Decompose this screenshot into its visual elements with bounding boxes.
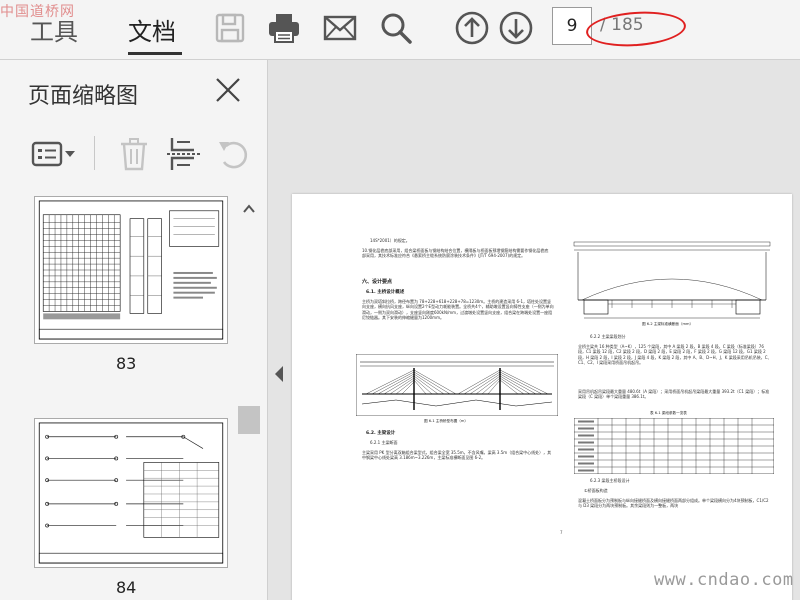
paragraph: 主梁采用 PK 型分离双箱组合梁型式，组合梁全宽 35.5m，不含风嘴，梁高 3…	[362, 450, 552, 461]
page-number: 7	[560, 530, 563, 535]
thumbnail-list: 83 84	[0, 190, 268, 600]
print-icon[interactable]	[266, 10, 302, 46]
extract-pages-icon[interactable]	[164, 134, 204, 174]
document-page: 14S*2001）的规定。 10.钢化层檐底部采用，组合梁桥面板与钢结构结合位置…	[292, 194, 792, 600]
next-page-icon[interactable]	[498, 10, 534, 46]
figure-caption: 图 6-2 主梁标准横断面（mm）	[642, 322, 694, 326]
paragraph: 混凝土桥面板分为预制板与纵向接缝桥面及横向接缝桥面两部分组成。单个梁段横向分为4…	[578, 498, 769, 509]
paragraph: 全桥主梁共 16 种类型（A~K），125 个梁段，其中 A 梁段 2 段，B …	[578, 344, 772, 366]
watermark-bottom: www.cndao.com	[654, 570, 794, 590]
thumbnail-scrollbar[interactable]	[238, 190, 260, 600]
tab-tools[interactable]: 工具	[30, 12, 78, 47]
paragraph: 主桥为双塔斜拉桥，跨径布置为 78+228+618+228+78=1230m。主…	[362, 299, 554, 321]
mail-icon[interactable]	[322, 10, 358, 46]
paragraph: 采用吊机起吊梁段最大重量 480.6t（A 梁段）；采用桥面吊机起吊梁段最大重量…	[578, 389, 770, 400]
panel-toolbar	[0, 128, 268, 180]
page-thumbnail[interactable]	[34, 418, 228, 568]
active-tab-indicator	[128, 52, 182, 55]
figure-caption: 图 6-1 主桥桥型布置（m）	[424, 419, 468, 423]
girder-cross-section-figure	[572, 238, 772, 320]
toolbar-divider	[94, 136, 95, 170]
thumbnail-options-icon[interactable]	[30, 134, 78, 174]
save-icon[interactable]	[212, 10, 248, 46]
paragraph: 10.钢化层檐底部采用，组合梁桥面板与钢结构结合位置，横隔板与桥面板预埋钢筋结构…	[362, 248, 549, 259]
scrollbar-thumb[interactable]	[238, 406, 260, 434]
subsection-heading: 6.1. 主桥设计概述	[366, 290, 405, 295]
rotate-icon[interactable]	[214, 134, 254, 174]
top-toolbar: 中国道桥网 工具 文档 9 / 185	[0, 0, 800, 60]
scroll-up-icon[interactable]	[242, 202, 256, 216]
previous-page-icon[interactable]	[454, 10, 490, 46]
document-viewer[interactable]: 14S*2001）的规定。 10.钢化层檐底部采用，组合梁桥面板与钢结构结合位置…	[290, 60, 800, 600]
page-number-input[interactable]: 9	[552, 7, 592, 45]
panel-title: 页面缩略图	[28, 84, 139, 109]
subsection-heading: ①桥面板构造	[584, 488, 608, 493]
subsection-heading: 6.2.2 主梁梁段划分	[590, 334, 626, 339]
segment-parameter-table	[573, 417, 775, 475]
subsection-heading: 6.2.1 主梁断面	[370, 440, 398, 445]
subsection-heading: 6.2. 主梁设计	[366, 431, 396, 436]
bridge-elevation-figure	[355, 353, 559, 417]
close-icon[interactable]	[214, 76, 242, 104]
table-caption: 表 6-1 梁段参数一览表	[650, 411, 687, 415]
tab-document[interactable]: 文档	[128, 12, 176, 47]
section-heading: 六、设计要点	[362, 279, 393, 285]
delete-icon[interactable]	[114, 134, 154, 174]
thumbnail-panel: 页面缩略图 83 84	[0, 60, 268, 600]
page-thumbnail[interactable]	[34, 196, 228, 344]
collapse-panel-icon[interactable]	[272, 362, 286, 386]
search-icon[interactable]	[378, 10, 414, 46]
paragraph: 14S*2001）的规定。	[370, 238, 410, 243]
subsection-heading: 6.2.3 梁段主桥段设计	[590, 478, 630, 483]
